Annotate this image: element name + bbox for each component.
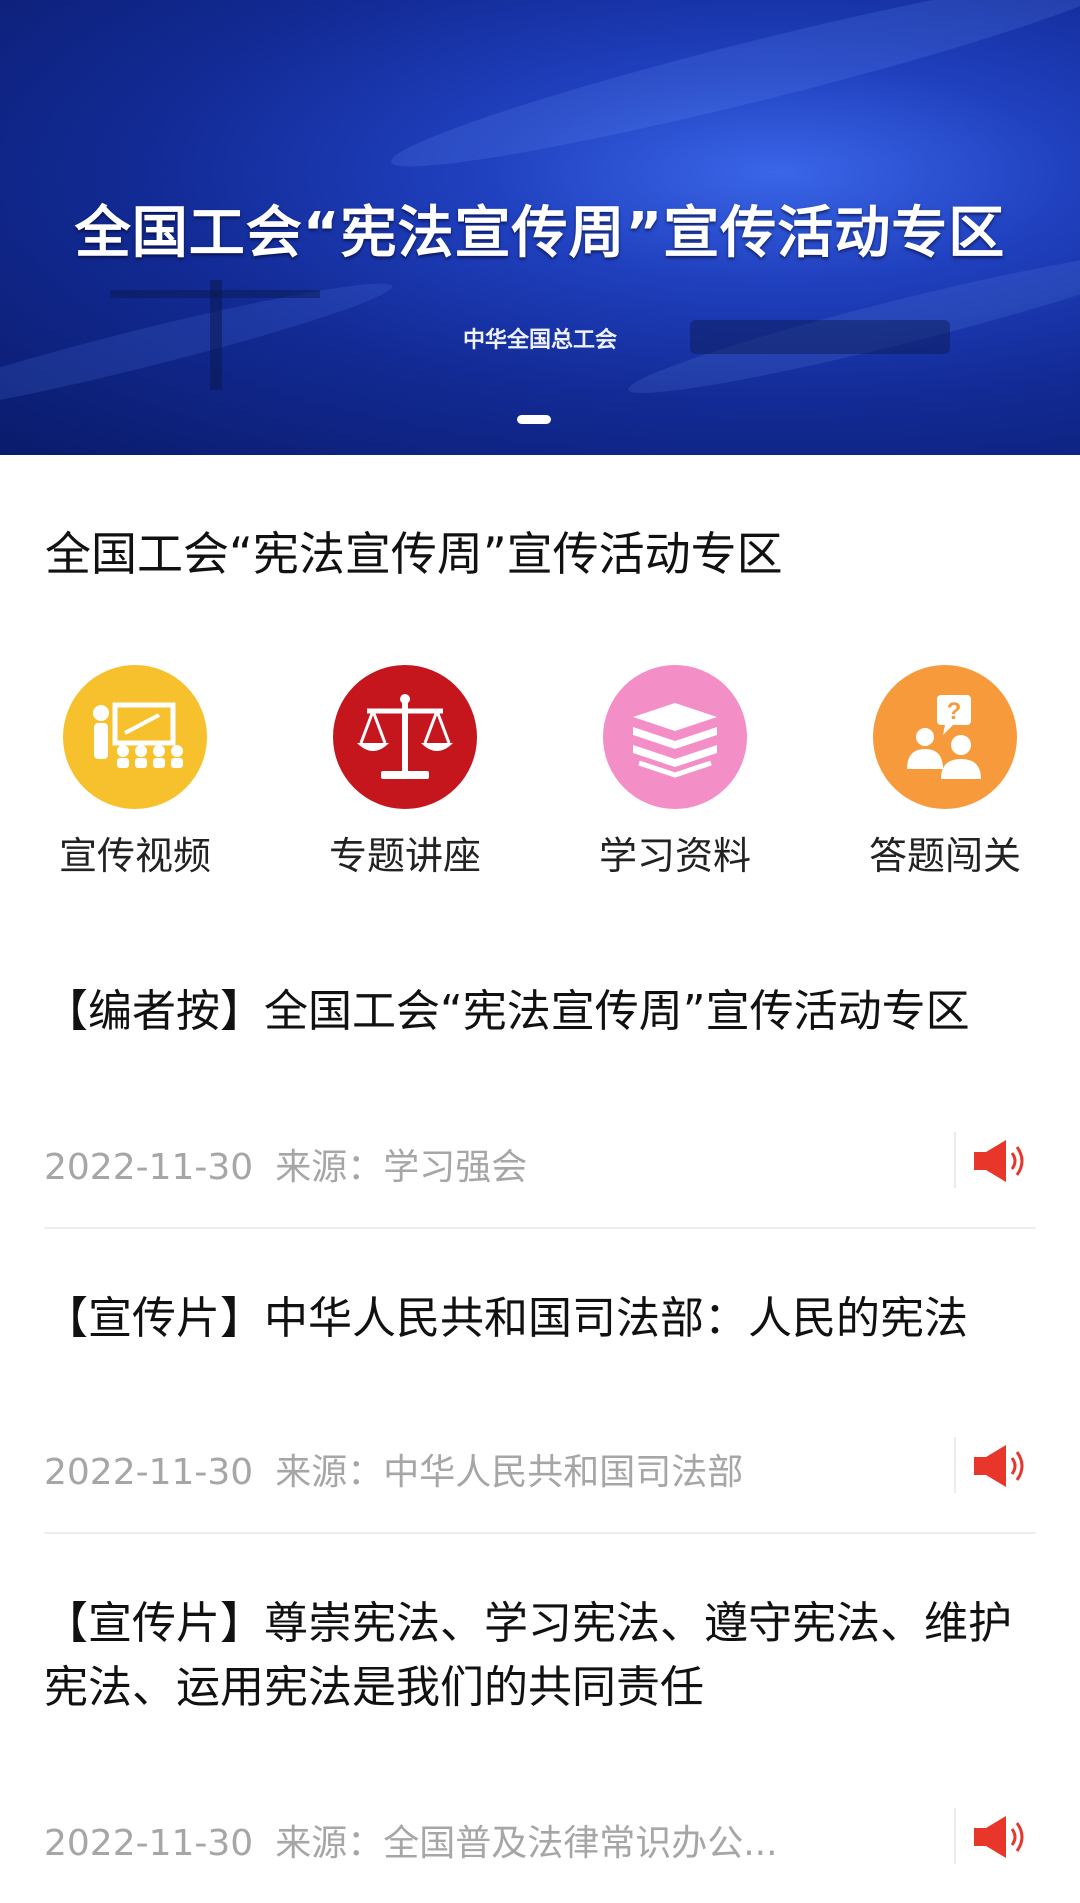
article-date: 2022-11-30 (44, 1823, 254, 1864)
banner-title: 全国工会“宪法宣传周”宣传活动专区 (74, 201, 1006, 266)
category-label: 宣传视频 (58, 834, 211, 878)
carousel-indicator[interactable] (517, 415, 551, 424)
separator (954, 1132, 956, 1188)
separator (954, 1437, 956, 1493)
category-special-lecture[interactable]: 专题讲座 (305, 665, 505, 880)
banner-light-streak (384, 0, 1080, 192)
article-source: 来源：中华人民共和国司法部 (275, 1452, 744, 1493)
article-date: 2022-11-30 (44, 1147, 254, 1188)
article-meta: 2022-11-30 来源：学习强会 (44, 1138, 549, 1190)
article-source: 来源：学习强会 (275, 1147, 528, 1188)
scales-icon (333, 665, 477, 809)
question-people-icon: ? (873, 665, 1017, 809)
article-date: 2022-11-30 (44, 1452, 254, 1493)
article-item[interactable]: 【宣传片】尊崇宪法、学习宪法、遵守宪法、维护宪法、运用宪法是我们的共同责任 20… (44, 1592, 1036, 1864)
category-grid: 宣传视频 专题讲座 学习资料 ? 答题闯关 (0, 665, 1080, 885)
banner-subtitle: 中华全国总工会 (462, 328, 617, 353)
banner-carousel[interactable]: 全国工会“宪法宣传周”宣传活动专区 中华全国总工会 (0, 0, 1080, 455)
category-promo-video[interactable]: 宣传视频 (35, 665, 235, 880)
speaker-icon[interactable] (972, 1441, 1028, 1491)
category-label: 学习资料 (598, 834, 751, 878)
books-icon (603, 665, 747, 809)
article-title: 【编者按】全国工会“宪法宣传周”宣传活动专区 (44, 986, 970, 1037)
article-meta: 2022-11-30 来源：全国普及法律常识办公... (44, 1814, 800, 1866)
category-label: 答题闯关 (868, 834, 1021, 878)
svg-text:?: ? (947, 698, 962, 725)
divider (44, 1532, 1036, 1534)
speaker-icon[interactable] (972, 1812, 1028, 1862)
page-title: 全国工会“宪法宣传周”宣传活动专区 (45, 527, 783, 581)
article-item[interactable]: 【宣传片】中华人民共和国司法部：人民的宪法 2022-11-30 来源：中华人民共… (44, 1287, 1036, 1493)
category-quiz-challenge[interactable]: ? 答题闯关 (845, 665, 1045, 880)
article-meta: 2022-11-30 来源：中华人民共和国司法部 (44, 1443, 765, 1495)
divider (44, 1227, 1036, 1229)
article-item[interactable]: 【编者按】全国工会“宪法宣传周”宣传活动专区 2022-11-30 来源：学习强会 (44, 980, 1036, 1188)
teacher-board-icon (63, 665, 207, 809)
article-title: 【宣传片】尊崇宪法、学习宪法、遵守宪法、维护宪法、运用宪法是我们的共同责任 (44, 1598, 1012, 1713)
article-title: 【宣传片】中华人民共和国司法部：人民的宪法 (44, 1293, 968, 1344)
separator (954, 1808, 956, 1864)
category-study-materials[interactable]: 学习资料 (575, 665, 775, 880)
speaker-icon[interactable] (972, 1136, 1028, 1186)
category-label: 专题讲座 (328, 834, 481, 878)
article-source: 来源：全国普及法律常识办公... (275, 1823, 778, 1864)
